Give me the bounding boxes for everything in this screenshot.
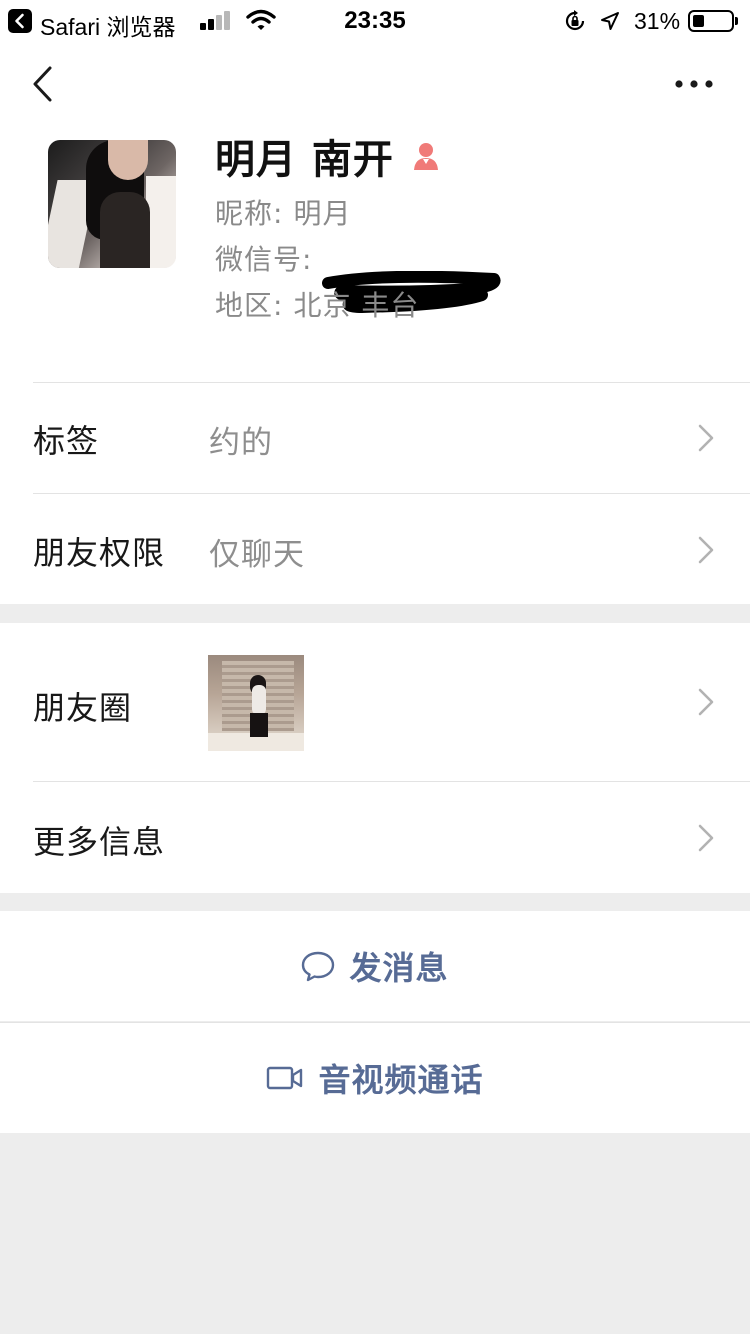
row-label: 朋友圈 bbox=[33, 689, 133, 727]
row-tags[interactable]: 标签 约的 bbox=[0, 382, 750, 493]
row-value: 仅聊天 bbox=[209, 537, 305, 573]
female-icon bbox=[413, 143, 438, 170]
video-call-label: 音视频通话 bbox=[318, 1061, 484, 1099]
nickname-line: 昵称: 明月 bbox=[215, 192, 351, 232]
region-value: 北京 丰台 bbox=[293, 289, 420, 322]
row-label: 朋友权限 bbox=[33, 534, 166, 572]
chevron-right-icon bbox=[698, 824, 714, 852]
video-camera-icon bbox=[267, 1066, 303, 1090]
row-label: 更多信息 bbox=[33, 823, 166, 861]
settings-group-2: 朋友圈 更多信息 bbox=[0, 623, 750, 893]
more-dots-icon[interactable] bbox=[672, 74, 716, 94]
name-row: 明月 南开 bbox=[215, 130, 442, 183]
settings-group-1: 标签 约的 朋友权限 仅聊天 bbox=[0, 382, 750, 604]
region-label: 地区: bbox=[215, 289, 284, 322]
nickname-label: 昵称: bbox=[215, 197, 284, 230]
wechat-id-label: 微信号: bbox=[215, 243, 313, 276]
chevron-right-icon bbox=[698, 536, 714, 564]
chevron-left-icon[interactable] bbox=[28, 62, 58, 106]
row-permissions[interactable]: 朋友权限 仅聊天 bbox=[0, 493, 750, 604]
wechat-id-line: 微信号: bbox=[215, 238, 312, 278]
video-call-button[interactable]: 音视频通话 bbox=[0, 1022, 750, 1133]
row-value: 约的 bbox=[209, 425, 273, 461]
row-label: 标签 bbox=[33, 422, 100, 460]
rotation-lock-icon bbox=[563, 9, 587, 40]
chevron-right-icon bbox=[698, 424, 714, 452]
send-message-button[interactable]: 发消息 bbox=[0, 911, 750, 1021]
location-icon bbox=[599, 10, 621, 39]
battery-percent: 31% bbox=[634, 8, 681, 34]
region-line: 地区: 北京 丰台 bbox=[215, 284, 419, 324]
chevron-right-icon bbox=[698, 688, 714, 716]
send-message-label: 发消息 bbox=[349, 949, 449, 987]
contact-name: 明月 南开 bbox=[215, 137, 394, 183]
row-moments[interactable]: 朋友圈 bbox=[0, 623, 750, 781]
nickname-value: 明月 bbox=[293, 197, 352, 230]
moments-photo-thumbnail[interactable] bbox=[208, 655, 304, 751]
row-more-info[interactable]: 更多信息 bbox=[0, 781, 750, 893]
status-bar: Safari 浏览器 23:35 31% bbox=[0, 0, 750, 42]
avatar[interactable] bbox=[48, 140, 176, 268]
chat-bubble-icon bbox=[302, 951, 335, 982]
battery-icon bbox=[688, 10, 738, 32]
profile-card: 明月 南开 昵称: 明月 微信号: 地区: 北京 丰台 bbox=[0, 42, 750, 382]
